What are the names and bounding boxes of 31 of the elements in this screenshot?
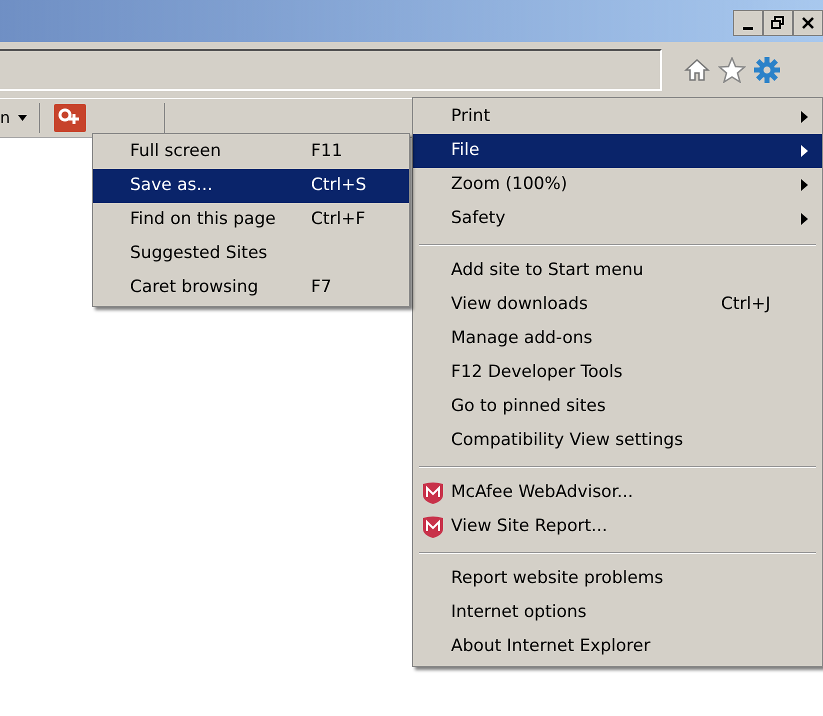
minimize-button[interactable]	[733, 10, 763, 36]
restore-button[interactable]	[763, 10, 793, 36]
restore-icon	[771, 16, 785, 30]
toolbar-label[interactable]: n	[0, 106, 10, 130]
menu-item[interactable]: Save as... Ctrl+S	[93, 169, 409, 203]
menu-item[interactable]: Zoom (100%)	[413, 168, 822, 202]
menu-item[interactable]: Go to pinned sites	[413, 390, 822, 424]
menu-item[interactable]: Safety	[413, 202, 822, 236]
menu-item[interactable]: Add site to Start menu	[413, 254, 822, 288]
menu-item[interactable]: Internet options	[413, 596, 822, 630]
menu-item[interactable]: Find on this page Ctrl+F	[93, 203, 409, 237]
home-icon[interactable]	[684, 58, 710, 82]
dropdown-caret-icon[interactable]	[18, 115, 28, 121]
menu-item[interactable]: View Site Report...	[413, 510, 822, 544]
close-button[interactable]	[793, 10, 823, 36]
menu-item[interactable]: McAfee WebAdvisor...	[413, 476, 822, 510]
close-icon	[802, 17, 814, 29]
menu-item[interactable]: File	[413, 134, 822, 168]
menu-item[interactable]: F12 Developer Tools	[413, 356, 822, 390]
menu-item[interactable]: View downloads Ctrl+J	[413, 288, 822, 322]
menu-item[interactable]: Caret browsing F7	[93, 271, 409, 305]
google-plus-icon[interactable]	[54, 104, 86, 132]
address-bar[interactable]	[0, 49, 662, 91]
menu-item[interactable]: Print	[413, 100, 822, 134]
menu-item[interactable]: Compatibility View settings	[413, 424, 822, 458]
menu-item[interactable]: Report website problems	[413, 562, 822, 596]
star-icon[interactable]	[718, 57, 746, 83]
menu-item[interactable]: Manage add-ons	[413, 322, 822, 356]
menu-item[interactable]: Full screen F11	[93, 135, 409, 169]
menu-item[interactable]: Suggested Sites	[93, 237, 409, 271]
menu-item[interactable]: About Internet Explorer	[413, 630, 822, 664]
